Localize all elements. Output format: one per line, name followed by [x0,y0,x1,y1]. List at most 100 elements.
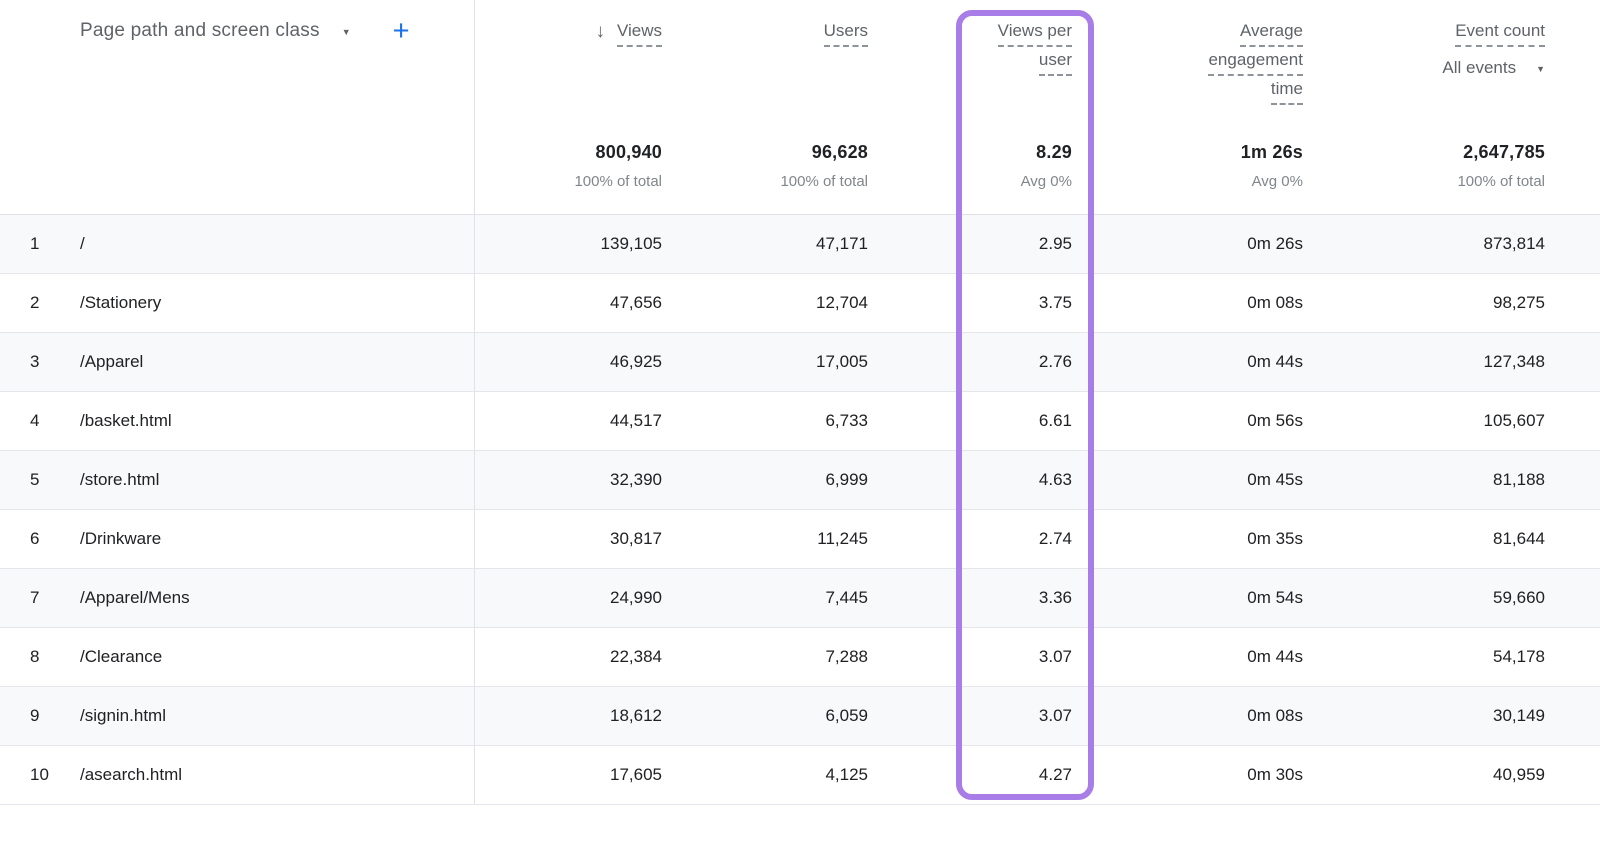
views-per-user-value: 4.27 [1038,765,1072,784]
users-value: 6,733 [825,411,868,430]
page-path-cell: 6 /Drinkware [0,510,475,568]
dimension-label: Page path and screen class [80,20,320,41]
column-header-views: ↓ Views [475,0,662,135]
aet-header-line1: Average [1239,21,1303,47]
avg-engagement-time-value: 0m 54s [1247,588,1303,607]
page-path-cell: 9 /signin.html [0,687,475,745]
event-count-value: 30,149 [1493,706,1545,725]
table-row: 9 /signin.html 18,612 6,059 3.07 0m 08s … [0,687,1600,746]
dimension-header-cell: Page path and screen class ▼ + [0,0,475,135]
avg-engagement-time-value: 0m 30s [1247,765,1303,784]
event-count-value: 127,348 [1483,352,1545,371]
page-path-cell: 8 /Clearance [0,628,475,686]
users-total-subtext: 100% of total [780,173,868,190]
add-dimension-button[interactable]: + [393,17,410,46]
users-value: 7,288 [825,647,868,666]
table-row: 5 /store.html 32,390 6,999 4.63 0m 45s 8… [0,451,1600,510]
views-value: 139,105 [600,234,662,253]
avg-engagement-time-value: 0m 26s [1247,234,1303,253]
avg-engagement-time-total: 1m 26s [1240,142,1303,162]
sort-by-avg-engagement-time[interactable]: time [1270,79,1303,105]
sort-by-avg-engagement-time[interactable]: Average [1239,21,1303,47]
users-value: 47,171 [816,234,868,253]
event-count-value: 98,275 [1493,293,1545,312]
users-value: 4,125 [825,765,868,784]
views-total-subtext: 100% of total [574,173,662,190]
table-row: 6 /Drinkware 30,817 11,245 2.74 0m 35s 8… [0,510,1600,569]
aet-header-line2: engagement [1208,50,1303,76]
views-value: 44,517 [610,411,662,430]
avg-engagement-time-value: 0m 56s [1247,411,1303,430]
views-value: 18,612 [610,706,662,725]
views-header-label: Views [616,21,662,47]
views-per-user-header-line1: Views per [997,21,1072,47]
event-count-value: 54,178 [1493,647,1545,666]
views-per-user-value: 3.75 [1038,293,1072,312]
views-per-user-value: 3.07 [1038,706,1072,725]
table-row: 8 /Clearance 22,384 7,288 3.07 0m 44s 54… [0,628,1600,687]
page-path-cell: 5 /store.html [0,451,475,509]
avg-engagement-time-total-subtext: Avg 0% [1251,173,1303,190]
views-per-user-header-line2: user [1038,50,1072,76]
sort-descending-icon: ↓ [595,21,605,42]
users-value: 11,245 [817,529,868,548]
table-row: 2 /Stationery 47,656 12,704 3.75 0m 08s … [0,274,1600,333]
views-per-user-value: 2.74 [1038,529,1072,548]
row-rank: 7 [30,588,40,607]
views-per-user-value: 3.07 [1038,647,1072,666]
table-row: 1 / 139,105 47,171 2.95 0m 26s 873,814 [0,215,1600,274]
totals-row: 800,940 100% of total 96,628 100% of tot… [0,135,1600,215]
page-path: /asearch.html [80,765,183,784]
sort-by-avg-engagement-time[interactable]: engagement [1208,50,1303,76]
sort-by-views-per-user[interactable]: user [1038,50,1072,76]
row-rank: 9 [30,706,40,725]
column-header-event-count: Event count All events ▼ [1303,0,1545,135]
aet-header-line3: time [1270,79,1303,105]
page-path-cell: 2 /Stationery [0,274,475,332]
event-filter-selector[interactable]: All events ▼ [1442,58,1545,78]
avg-engagement-time-value: 0m 45s [1247,470,1303,489]
table-header-row: Page path and screen class ▼ + ↓ Views U… [0,0,1600,135]
table-row: 4 /basket.html 44,517 6,733 6.61 0m 56s … [0,392,1600,451]
views-per-user-total-cell: 8.29 Avg 0% [868,135,1072,214]
chevron-down-icon: ▼ [1536,63,1545,74]
views-total: 800,940 [595,142,662,162]
dimension-selector[interactable]: Page path and screen class ▼ [80,20,351,42]
page-path: / [80,234,85,253]
page-path: /store.html [80,470,160,489]
event-filter-label: All events [1442,58,1517,77]
page-path: /Stationery [80,293,162,312]
event-count-value: 105,607 [1483,411,1545,430]
column-header-users: Users [662,0,868,135]
views-per-user-value: 3.36 [1038,588,1072,607]
views-per-user-value: 4.63 [1038,470,1072,489]
sort-by-event-count[interactable]: Event count [1455,21,1545,47]
table-row: 7 /Apparel/Mens 24,990 7,445 3.36 0m 54s… [0,569,1600,628]
row-rank: 10 [30,765,49,784]
chevron-down-icon: ▼ [341,26,351,37]
event-count-value: 40,959 [1493,765,1545,784]
analytics-table: Page path and screen class ▼ + ↓ Views U… [0,0,1600,841]
row-rank: 4 [30,411,40,430]
users-value: 6,059 [825,706,868,725]
sort-by-views-per-user[interactable]: Views per [997,21,1072,47]
users-value: 7,445 [825,588,868,607]
row-rank: 8 [30,647,40,666]
table-body: 1 / 139,105 47,171 2.95 0m 26s 873,814 2… [0,215,1600,805]
row-rank: 5 [30,470,40,489]
views-per-user-total-subtext: Avg 0% [1020,173,1072,190]
views-per-user-value: 2.76 [1038,352,1072,371]
column-header-avg-engagement-time: Average engagement time [1072,0,1303,135]
page-path-cell: 4 /basket.html [0,392,475,450]
sort-by-views[interactable]: ↓ Views [595,21,662,47]
event-count-total: 2,647,785 [1463,142,1545,162]
row-rank: 6 [30,529,40,548]
page-path: /signin.html [80,706,166,725]
avg-engagement-time-value: 0m 08s [1247,706,1303,725]
table-row: 3 /Apparel 46,925 17,005 2.76 0m 44s 127… [0,333,1600,392]
views-total-cell: 800,940 100% of total [475,135,662,214]
sort-by-users[interactable]: Users [823,21,868,47]
avg-engagement-time-value: 0m 35s [1247,529,1303,548]
users-value: 6,999 [825,470,868,489]
users-value: 17,005 [816,352,868,371]
